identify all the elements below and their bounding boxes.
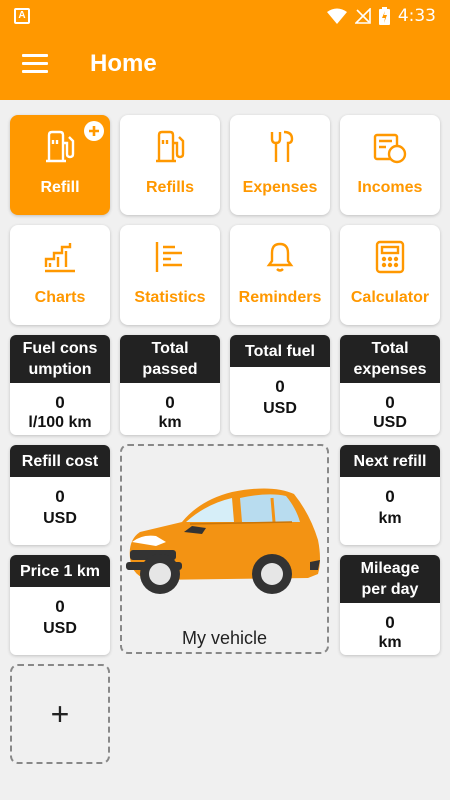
mileage-per-day-card[interactable]: Mileage per day 0 km [340,555,440,655]
refill-cost-card[interactable]: Refill cost 0 USD [10,445,110,545]
no-signal-icon [354,8,371,24]
list-icon [155,242,182,272]
app-notification-icon: A [14,8,30,24]
card-title: Price 1 km [10,555,110,587]
card-value: 0 [165,393,175,412]
card-unit: USD [43,510,77,527]
incomes-label: Incomes [357,179,423,196]
card-unit: l/100 km [28,414,92,431]
card-title: Fuel cons umption [10,335,110,383]
fuel-pump-icon [46,130,75,163]
fuel-pump-icon [156,130,185,163]
price-1km-card[interactable]: Price 1 km 0 USD [10,555,110,655]
refill-button[interactable]: Refill [10,115,110,215]
add-badge-icon [84,121,104,141]
bell-icon [266,242,294,272]
card-title: Refill cost [10,445,110,477]
card-title: Mileage per day [340,555,440,603]
vehicle-card[interactable]: My vehicle [120,444,329,654]
expenses-button[interactable]: Expenses [230,115,330,215]
page-title: Home [90,50,157,77]
reminders-button[interactable]: Reminders [230,225,330,325]
charts-button[interactable]: Charts [10,225,110,325]
calculator-icon [375,240,405,274]
refills-button[interactable]: Refills [120,115,220,215]
statistics-button[interactable]: Statistics [120,225,220,325]
calculator-button[interactable]: Calculator [340,225,440,325]
calculator-label: Calculator [350,289,430,306]
card-title: Total fuel [230,335,330,367]
card-unit: km [378,510,402,527]
fuel-consumption-card[interactable]: Fuel cons umption 0 l/100 km [10,335,110,435]
status-bar: A 4:33 [0,0,450,32]
car-icon [126,488,320,594]
app-bar: Home [0,32,450,100]
statistics-label: Statistics [134,289,206,306]
card-unit: USD [263,400,297,417]
card-value: 0 [55,393,65,412]
card-title: Next refill [340,445,440,477]
card-title: Total passed [120,335,220,383]
next-refill-card[interactable]: Next refill 0 km [340,445,440,545]
card-value: 0 [385,613,395,632]
hamburger-menu-button[interactable] [22,54,48,76]
wrench-icon [270,130,294,162]
incomes-button[interactable]: Incomes [340,115,440,215]
card-title: Total expenses [340,335,440,383]
refills-label: Refills [145,179,194,196]
clock: 4:33 [397,6,436,26]
total-passed-card[interactable]: Total passed 0 km [120,335,220,435]
card-unit: km [378,634,402,651]
expenses-label: Expenses [242,179,318,196]
card-value: 0 [385,487,395,506]
card-value: 0 [275,377,285,396]
card-value: 0 [55,487,65,506]
wifi-icon [326,8,347,24]
wallet-icon [373,133,407,164]
add-widget-button[interactable]: + [10,664,110,764]
card-unit: USD [43,620,77,637]
reminders-label: Reminders [238,289,322,306]
card-value: 0 [55,597,65,616]
refill-label: Refill [40,179,80,196]
card-unit: USD [373,414,407,431]
charts-label: Charts [34,289,86,306]
total-fuel-card[interactable]: Total fuel 0 USD [230,335,330,435]
chart-icon [44,243,75,273]
total-expenses-card[interactable]: Total expenses 0 USD [340,335,440,435]
battery-charging-icon [378,7,390,25]
vehicle-name: My vehicle [181,628,268,648]
card-value: 0 [385,393,395,412]
card-unit: km [158,414,182,431]
